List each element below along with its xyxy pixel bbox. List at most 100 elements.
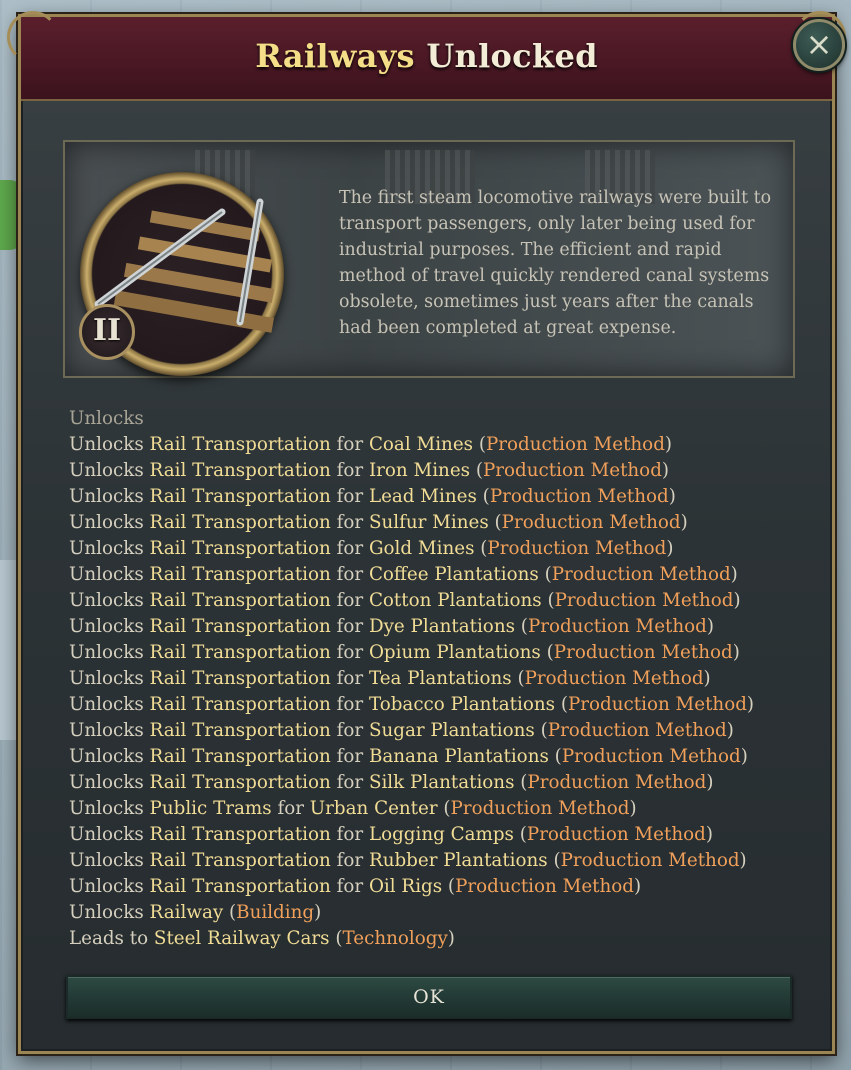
type-link[interactable]: Production Method [486, 434, 665, 455]
line-connector: for [336, 772, 364, 793]
line-prefix: Unlocks [69, 824, 144, 845]
type-link[interactable]: Production Method [528, 616, 707, 637]
type-link[interactable]: Production Method [554, 642, 733, 663]
building-link[interactable]: Tobacco Plantations [369, 694, 555, 715]
production-method-link[interactable]: Rail Transportation [150, 434, 331, 455]
building-link[interactable]: Rubber Plantations [369, 850, 548, 871]
line-connector: for [336, 668, 364, 689]
production-method-link[interactable]: Rail Transportation [150, 746, 331, 767]
production-method-link[interactable]: Rail Transportation [150, 642, 331, 663]
line-prefix: Unlocks [69, 512, 144, 533]
type-link[interactable]: Production Method [451, 798, 630, 819]
line-connector: for [336, 486, 364, 507]
line-connector: for [336, 746, 364, 767]
line-prefix: Unlocks [69, 720, 144, 741]
production-method-link[interactable]: Rail Transportation [150, 772, 331, 793]
production-method-link[interactable]: Rail Transportation [150, 720, 331, 741]
building-link[interactable]: Urban Center [310, 798, 438, 819]
unlock-list: Unlocks Unlocks Rail Transportation for … [69, 406, 809, 952]
building-link[interactable]: Opium Plantations [369, 642, 541, 663]
production-method-link[interactable]: Rail Transportation [150, 694, 331, 715]
building-link[interactable]: Cotton Plantations [369, 590, 542, 611]
production-method-link[interactable]: Rail Transportation [150, 824, 331, 845]
list-item: Unlocks Rail Transportation for Sulfur M… [69, 512, 688, 533]
production-method-link[interactable]: Rail Transportation [150, 512, 331, 533]
line-connector: for [336, 642, 364, 663]
building-link[interactable]: Silk Plantations [369, 772, 515, 793]
line-connector: for [336, 512, 364, 533]
list-item: Unlocks Rail Transportation for Cotton P… [69, 590, 741, 611]
building-link[interactable]: Lead Mines [369, 486, 477, 507]
production-method-link[interactable]: Rail Transportation [150, 486, 331, 507]
title-rest: Unlocked [414, 37, 598, 75]
line-prefix: Unlocks [69, 486, 144, 507]
production-method-link[interactable]: Rail Transportation [150, 564, 331, 585]
line-prefix: Unlocks [69, 642, 144, 663]
production-method-link[interactable]: Rail Transportation [150, 590, 331, 611]
line-connector: for [336, 434, 364, 455]
close-button[interactable]: × [793, 19, 845, 71]
type-link[interactable]: Production Method [561, 850, 740, 871]
line-connector: for [336, 850, 364, 871]
line-prefix: Unlocks [69, 564, 144, 585]
line-connector: for [336, 538, 364, 559]
line-prefix: Unlocks [69, 616, 144, 637]
production-method-link[interactable]: Public Trams [150, 798, 272, 819]
dialog-title: Railways Unlocked [21, 37, 832, 75]
building-link[interactable]: Coffee Plantations [369, 564, 539, 585]
production-method-link[interactable]: Rail Transportation [150, 668, 331, 689]
technology-link[interactable]: Steel Railway Cars [154, 928, 330, 949]
type-link[interactable]: Technology [343, 928, 448, 949]
line-prefix: Unlocks [69, 590, 144, 611]
tier-badge: II [79, 304, 135, 360]
building-link[interactable]: Gold Mines [369, 538, 475, 559]
type-link[interactable]: Production Method [490, 486, 669, 507]
building-link[interactable]: Coal Mines [369, 434, 473, 455]
line-prefix: Unlocks [69, 850, 144, 871]
type-link[interactable]: Production Method [552, 564, 731, 585]
building-link[interactable]: Oil Rigs [369, 876, 442, 897]
list-item: Unlocks Rail Transportation for Sugar Pl… [69, 720, 734, 741]
type-link[interactable]: Production Method [487, 538, 666, 559]
type-link[interactable]: Production Method [455, 876, 634, 897]
line-connector: for [336, 564, 364, 585]
building-link[interactable]: Tea Plantations [369, 668, 512, 689]
production-method-link[interactable]: Rail Transportation [150, 850, 331, 871]
type-link[interactable]: Production Method [548, 720, 727, 741]
building-link[interactable]: Dye Plantations [369, 616, 515, 637]
line-connector: for [336, 694, 364, 715]
building-link[interactable]: Banana Plantations [369, 746, 549, 767]
type-link[interactable]: Production Method [562, 746, 741, 767]
list-item: Unlocks Public Trams for Urban Center (P… [69, 798, 637, 819]
type-link[interactable]: Production Method [525, 668, 704, 689]
line-prefix: Leads to [69, 928, 149, 949]
line-connector: for [277, 798, 304, 819]
type-link[interactable]: Production Method [568, 694, 747, 715]
close-x-icon: × [805, 25, 833, 63]
type-link[interactable]: Production Method [527, 824, 706, 845]
type-link[interactable]: Production Method [483, 460, 662, 481]
line-prefix: Unlocks [69, 876, 144, 897]
production-method-link[interactable]: Rail Transportation [150, 876, 331, 897]
list-item: Unlocks Rail Transportation for Banana P… [69, 746, 748, 767]
building-link[interactable]: Sugar Plantations [369, 720, 535, 741]
list-item: Unlocks Rail Transportation for Lead Min… [69, 486, 676, 507]
title-bar: Railways Unlocked [7, 11, 846, 101]
list-item: Leads to Steel Railway Cars (Technology) [69, 928, 455, 949]
type-link[interactable]: Production Method [527, 772, 706, 793]
building-link[interactable]: Logging Camps [369, 824, 514, 845]
building-link[interactable]: Railway [150, 902, 224, 923]
type-link[interactable]: Production Method [555, 590, 734, 611]
line-prefix: Unlocks [69, 668, 144, 689]
list-item: Unlocks Rail Transportation for Tobacco … [69, 694, 755, 715]
building-link[interactable]: Sulfur Mines [369, 512, 489, 533]
ok-button[interactable]: OK [66, 975, 792, 1019]
type-link[interactable]: Production Method [502, 512, 681, 533]
type-link[interactable]: Building [236, 902, 314, 923]
building-link[interactable]: Iron Mines [369, 460, 470, 481]
production-method-link[interactable]: Rail Transportation [150, 616, 331, 637]
line-connector: for [336, 590, 364, 611]
production-method-link[interactable]: Rail Transportation [150, 538, 331, 559]
production-method-lines: Unlocks Rail Transportation for Coal Min… [69, 432, 809, 900]
production-method-link[interactable]: Rail Transportation [150, 460, 331, 481]
